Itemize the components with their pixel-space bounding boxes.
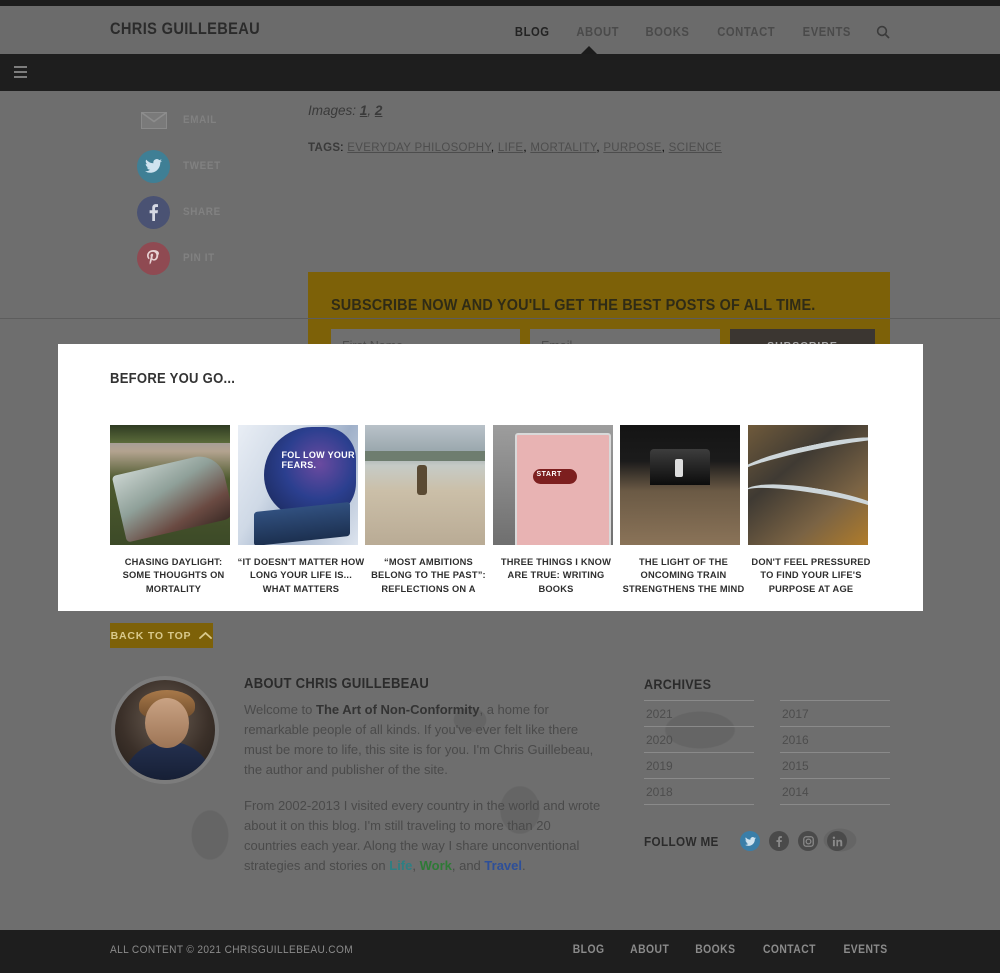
- related-post-caption[interactable]: CHASING DAYLIGHT: SOME THOUGHTS ON MORTA…: [110, 556, 237, 596]
- share-label-tweet: TWEET: [183, 160, 221, 172]
- page-root: CHRIS GUILLEBEAU BLOG ABOUT BOOKS CONTAC…: [0, 0, 1000, 973]
- images-label: Images:: [308, 103, 357, 118]
- related-post-item[interactable]: START THREE THINGS I KNOW ARE TRUE: WRIT…: [492, 425, 621, 596]
- aerial-winding-roads-photo[interactable]: [747, 425, 868, 545]
- archive-year-2020[interactable]: 2020: [644, 726, 754, 752]
- start-notebook-photo[interactable]: START: [492, 425, 613, 545]
- instagram-icon[interactable]: [798, 831, 819, 851]
- tag-everyday-philosophy[interactable]: EVERYDAY PHILOSOPHY: [347, 142, 491, 154]
- tag-life[interactable]: LIFE: [498, 142, 524, 154]
- search-icon[interactable]: [876, 25, 890, 39]
- archive-year-2019[interactable]: 2019: [644, 752, 754, 778]
- related-post-caption[interactable]: “IT DOESN'T MATTER HOW LONG YOUR LIFE IS…: [238, 556, 365, 596]
- tags-line: TAGS: EVERYDAY PHILOSOPHY, LIFE, MORTALI…: [308, 142, 722, 154]
- facebook-icon[interactable]: [769, 831, 790, 851]
- footer-nav-about[interactable]: ABOUT: [630, 944, 669, 956]
- nav-item-events[interactable]: EVENTS: [803, 25, 851, 39]
- share-button-pinterest[interactable]: PIN IT: [137, 235, 257, 281]
- follow-your-fears-plane-photo[interactable]: FOL LOW YOUR FEARS.: [237, 425, 358, 545]
- archive-year-2017[interactable]: 2017: [780, 700, 890, 726]
- link-life[interactable]: Life: [389, 858, 412, 873]
- photo-overlay-text: START: [536, 471, 562, 478]
- hamburger-icon[interactable]: [14, 66, 27, 81]
- envelope-icon: [137, 104, 170, 137]
- facebook-icon: [137, 195, 170, 229]
- footer-nav-contact[interactable]: CONTACT: [763, 944, 816, 956]
- before-you-go-title: BEFORE YOU GO...: [110, 371, 236, 387]
- link-work[interactable]: Work: [420, 858, 452, 873]
- nav-item-about[interactable]: ABOUT: [576, 25, 619, 39]
- related-post-item[interactable]: THE LIGHT OF THE ONCOMING TRAIN STRENGTH…: [620, 425, 748, 596]
- share-label-share: SHARE: [183, 206, 221, 218]
- tag-purpose[interactable]: PURPOSE: [603, 142, 661, 154]
- nav-item-contact[interactable]: CONTACT: [717, 25, 775, 39]
- archive-year-2015[interactable]: 2015: [780, 752, 890, 778]
- twitter-icon: [137, 149, 170, 183]
- site-footer: ALL CONTENT © 2021 CHRISGUILLEBEAU.COM B…: [0, 930, 1000, 973]
- nav-item-blog[interactable]: BLOG: [515, 25, 550, 39]
- footer-nav-events[interactable]: EVENTS: [843, 944, 887, 956]
- linkedin-icon[interactable]: [827, 831, 848, 851]
- site-brand[interactable]: CHRIS GUILLEBEAU: [110, 19, 260, 39]
- archive-year-2018[interactable]: 2018: [644, 778, 754, 805]
- photo-overlay-text: FOL LOW YOUR FEARS.: [281, 450, 355, 470]
- about-region: ABOUT CHRIS GUILLEBEAU Welcome to The Ar…: [0, 620, 1000, 930]
- archive-year-2021[interactable]: 2021: [644, 700, 754, 726]
- footer-nav-blog[interactable]: BLOG: [573, 944, 605, 956]
- share-button-facebook[interactable]: SHARE: [137, 189, 257, 235]
- follow-me-label: FOLLOW ME: [644, 833, 719, 849]
- railroad-tracks-photo[interactable]: [620, 425, 740, 545]
- avatar: [111, 676, 219, 784]
- section-divider: [0, 318, 1000, 319]
- related-post-item[interactable]: FOL LOW YOUR FEARS. “IT DOESN'T MATTER H…: [237, 425, 366, 596]
- beached-boat-photo[interactable]: [110, 425, 230, 545]
- share-label-pinit: PIN IT: [183, 252, 215, 264]
- related-post-item[interactable]: “MOST AMBITIONS BELONG TO THE PAST”: REF…: [365, 425, 493, 596]
- footer-nav: BLOG ABOUT BOOKS CONTACT EVENTS: [571, 944, 890, 956]
- share-button-tweet[interactable]: TWEET: [137, 143, 257, 189]
- about-paragraph-1: Welcome to The Art of Non-Conformity, a …: [244, 700, 604, 780]
- about-p1-pre: Welcome to: [244, 702, 317, 717]
- pinterest-icon: [137, 241, 170, 275]
- related-post-caption[interactable]: DON'T FEEL PRESSURED TO FIND YOUR LIFE'S…: [748, 556, 875, 596]
- follow-me-row: FOLLOW ME: [644, 831, 848, 851]
- main-nav: BLOG ABOUT BOOKS CONTACT EVENTS: [513, 25, 890, 39]
- subscribe-title: SUBSCRIBE NOW AND YOU'LL GET THE BEST PO…: [331, 297, 816, 314]
- share-label-email: EMAIL: [183, 114, 217, 126]
- nav-item-books[interactable]: BOOKS: [646, 25, 690, 39]
- tag-mortality[interactable]: MORTALITY: [530, 142, 596, 154]
- related-posts-row: CHASING DAYLIGHT: SOME THOUGHTS ON MORTA…: [110, 425, 875, 596]
- tag-science[interactable]: SCIENCE: [669, 142, 722, 154]
- site-header: CHRIS GUILLEBEAU BLOG ABOUT BOOKS CONTAC…: [0, 0, 1000, 54]
- archives-column-right: 2017 2016 2015 2014: [780, 700, 890, 805]
- archives-columns: 2021 2020 2019 2018 2017 2016 2015 2014: [644, 700, 890, 805]
- person-on-beach-photo[interactable]: [365, 425, 485, 545]
- image-link-2[interactable]: 2: [375, 103, 383, 118]
- tags-label: TAGS: [308, 142, 341, 154]
- twitter-icon[interactable]: [740, 831, 761, 851]
- archives-title: ARCHIVES: [644, 676, 712, 692]
- related-post-caption[interactable]: “MOST AMBITIONS BELONG TO THE PAST”: REF…: [365, 556, 492, 596]
- about-title: ABOUT CHRIS GUILLEBEAU: [244, 676, 430, 692]
- footer-nav-books[interactable]: BOOKS: [696, 944, 736, 956]
- related-post-item[interactable]: DON'T FEEL PRESSURED TO FIND YOUR LIFE'S…: [747, 425, 876, 596]
- related-post-caption[interactable]: THREE THINGS I KNOW ARE TRUE: WRITING BO…: [493, 556, 620, 596]
- share-button-email[interactable]: EMAIL: [137, 97, 257, 143]
- link-travel[interactable]: Travel: [484, 858, 522, 873]
- archive-year-2016[interactable]: 2016: [780, 726, 890, 752]
- before-you-go-card: BEFORE YOU GO... CHASING DAYLIGHT: SOME …: [58, 344, 923, 611]
- article-footer-region: EMAIL TWEET SHARE PIN IT Images: 1, 2 TA…: [0, 91, 1000, 387]
- sub-toolbar: [0, 54, 1000, 91]
- related-post-item[interactable]: CHASING DAYLIGHT: SOME THOUGHTS ON MORTA…: [110, 425, 238, 596]
- copyright-text: ALL CONTENT © 2021 CHRISGUILLEBEAU.COM: [110, 944, 354, 956]
- images-line: Images: 1, 2: [308, 103, 383, 118]
- about-paragraph-2: From 2002-2013 I visited every country i…: [244, 798, 601, 874]
- about-p1-bold: The Art of Non-Conformity: [316, 702, 480, 717]
- archives-column-left: 2021 2020 2019 2018: [644, 700, 754, 805]
- related-post-caption[interactable]: THE LIGHT OF THE ONCOMING TRAIN STRENGTH…: [620, 556, 747, 596]
- archive-year-2014[interactable]: 2014: [780, 778, 890, 805]
- share-rail: EMAIL TWEET SHARE PIN IT: [137, 97, 257, 281]
